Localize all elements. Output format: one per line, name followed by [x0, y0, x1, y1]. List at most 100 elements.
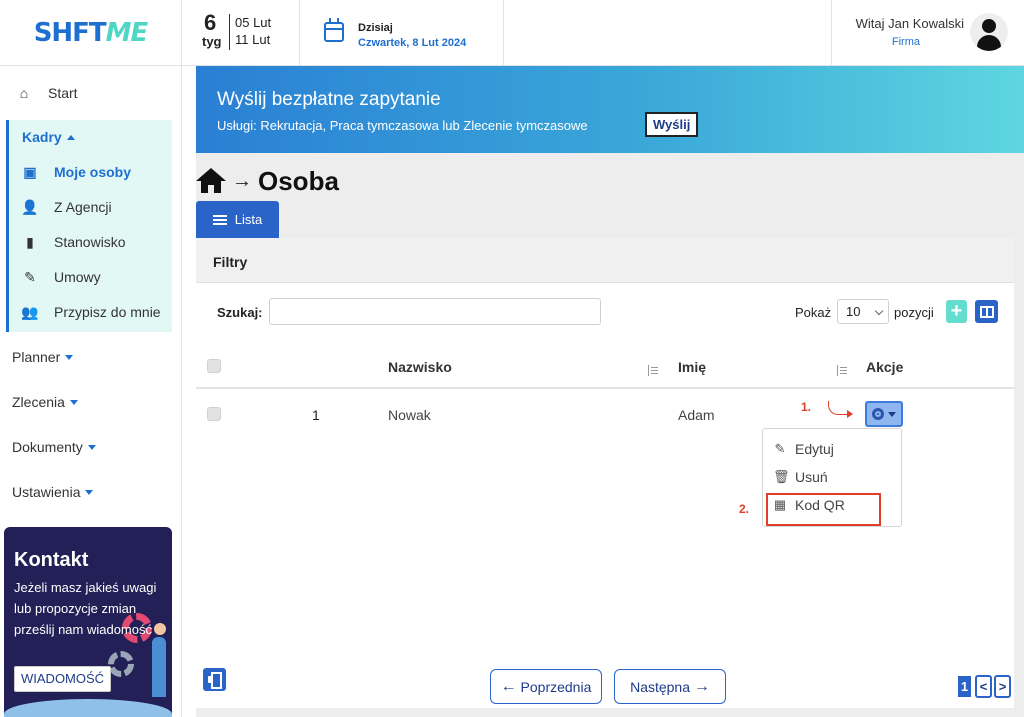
- sidebar-item-umowy[interactable]: ✎ Umowy: [22, 268, 101, 286]
- column-header-surname[interactable]: Nazwisko: [388, 359, 452, 375]
- search-input[interactable]: [269, 298, 601, 325]
- sidebar-item-moje-osoby[interactable]: ▣ Moje osoby: [22, 163, 131, 181]
- sidebar-item-zlecenia[interactable]: Zlecenia: [12, 394, 78, 410]
- chevron-down-icon: [85, 489, 94, 495]
- page-size-value: 10: [846, 304, 861, 319]
- sidebar-item-stanowisko[interactable]: ▮ Stanowisko: [22, 233, 126, 251]
- contract-sign-icon: ✎: [24, 268, 36, 285]
- entries-label: pozycji: [894, 305, 934, 320]
- chevron-down-icon: [87, 444, 96, 450]
- page-size-select[interactable]: 10: [837, 299, 889, 324]
- next-label: Następna: [630, 678, 691, 695]
- avatar[interactable]: [970, 13, 1008, 51]
- sidebar-item-przypisz-do-mnie[interactable]: 👥 Przypisz do mnie: [21, 304, 161, 321]
- row-actions-button[interactable]: [865, 401, 903, 427]
- logo-text-main: SHFT: [33, 18, 107, 48]
- arrow-right-icon: →: [693, 677, 710, 695]
- current-page[interactable]: 1: [958, 676, 971, 697]
- filters-header[interactable]: Filtry: [196, 238, 1014, 283]
- menu-item-delete[interactable]: 🗑 Usuń: [773, 469, 828, 485]
- sidebar: ⌂ Start Kadry ▣ Moje osoby 👤 Z Agencji ▮…: [0, 66, 182, 717]
- sidebar-item-label: Dokumenty: [12, 439, 83, 455]
- next-page-button[interactable]: Następna →: [614, 669, 726, 704]
- user-greeting: Witaj Jan Kowalski: [855, 16, 964, 31]
- week-separator: [229, 14, 230, 50]
- search-label: Szukaj:: [217, 305, 263, 320]
- annotation-arrow-icon: [828, 401, 853, 418]
- sidebar-item-label: Stanowisko: [54, 234, 126, 250]
- row-actions-menu: ✎ Edytuj 🗑 Usuń ▦ Kod QR: [762, 428, 902, 527]
- sidebar-item-label: Umowy: [54, 269, 101, 285]
- home-icon: ⌂: [19, 85, 29, 101]
- annotation-step-2: 2.: [739, 502, 750, 516]
- sidebar-item-dokumenty[interactable]: Dokumenty: [12, 439, 96, 455]
- sort-icon[interactable]: [836, 365, 848, 377]
- sidebar-item-label: Zlecenia: [12, 394, 65, 410]
- cell-name: Adam: [678, 407, 715, 423]
- sidebar-item-planner[interactable]: Planner: [12, 349, 74, 365]
- sidebar-item-label: Kadry: [22, 129, 62, 145]
- previous-page-button[interactable]: ← Poprzednia: [490, 669, 602, 704]
- menu-item-label: Edytuj: [795, 441, 834, 457]
- page-next-button[interactable]: >: [994, 675, 1011, 698]
- menu-item-edit[interactable]: ✎ Edytuj: [773, 441, 834, 457]
- sidebar-item-ustawienia[interactable]: Ustawienia: [12, 484, 94, 500]
- sidebar-item-z-agencji[interactable]: 👤 Z Agencji: [21, 198, 112, 216]
- week-number: 6: [204, 10, 217, 35]
- week-start-date: 05 Lut: [235, 15, 272, 30]
- id-card-icon: ▣: [23, 163, 37, 180]
- sidebar-item-label: Start: [48, 85, 78, 101]
- user-menu[interactable]: Witaj Jan Kowalski Firma: [831, 0, 1024, 66]
- row-number: 1: [312, 407, 320, 423]
- calendar-icon: [324, 18, 344, 42]
- row-checkbox[interactable]: [207, 407, 221, 421]
- wave-decoration: [4, 699, 172, 717]
- column-header-name[interactable]: Imię: [678, 359, 706, 375]
- page-prev-button[interactable]: <: [975, 675, 992, 698]
- menu-item-label: Usuń: [795, 469, 828, 485]
- user-company: Firma: [891, 36, 920, 48]
- sidebar-item-label: Ustawienia: [12, 484, 81, 500]
- today-date: Czwartek, 8 Lut 2024: [358, 37, 467, 49]
- page-size-label: Pokaż: [795, 305, 832, 320]
- filters-label: Filtry: [213, 254, 248, 270]
- message-button[interactable]: WIADOMOŚĆ: [14, 666, 112, 692]
- book-icon: ▮: [26, 233, 34, 250]
- page-title: Osoba: [258, 165, 339, 196]
- home-icon[interactable]: [196, 168, 226, 194]
- trash-icon: 🗑: [773, 469, 790, 484]
- print-button[interactable]: [203, 668, 226, 691]
- sidebar-item-label: Przypisz do mnie: [54, 304, 161, 320]
- banner-title: Wyślij bezpłatne zapytanie: [217, 89, 441, 110]
- table-header: Nazwisko Imię Akcje: [196, 345, 1014, 389]
- week-indicator: 6 tyg 05 Lut 11 Lut: [182, 0, 300, 66]
- gear-icon: [872, 408, 884, 420]
- sort-icon[interactable]: [647, 365, 659, 377]
- sidebar-item-label: Z Agencji: [54, 199, 112, 215]
- select-all-checkbox[interactable]: [207, 359, 221, 373]
- pencil-icon: ✎: [774, 441, 786, 456]
- chevron-up-icon: [66, 134, 75, 140]
- week-label: tyg: [202, 34, 222, 49]
- columns-toggle-button[interactable]: [975, 300, 998, 323]
- sidebar-item-kadry[interactable]: Kadry: [22, 129, 75, 145]
- user-check-icon: 👤: [21, 198, 39, 215]
- tab-label: Lista: [234, 212, 263, 227]
- gear-illustration-small: [108, 651, 134, 677]
- sidebar-group-kadry: [6, 120, 172, 332]
- list-icon: [212, 214, 227, 225]
- contact-card: Kontakt Jeżeli masz jakieś uwagi lub pro…: [4, 527, 172, 717]
- cell-surname: Nowak: [388, 407, 431, 423]
- logo[interactable]: SHFTME: [0, 0, 182, 66]
- send-inquiry-button[interactable]: Wyślij: [645, 112, 699, 137]
- breadcrumb: → Osoba: [196, 165, 339, 197]
- arrow-left-icon: ←: [500, 677, 517, 695]
- add-person-button[interactable]: +: [946, 300, 967, 323]
- sidebar-item-start[interactable]: ⌂ Start: [16, 85, 78, 101]
- contact-title: Kontakt: [14, 549, 89, 571]
- sidebar-item-label: Planner: [12, 349, 61, 365]
- chevron-down-icon: [69, 399, 78, 405]
- annotation-step-1: 1.: [801, 400, 812, 414]
- tab-lista[interactable]: Lista: [196, 201, 279, 238]
- week-end-date: 11 Lut: [235, 32, 271, 47]
